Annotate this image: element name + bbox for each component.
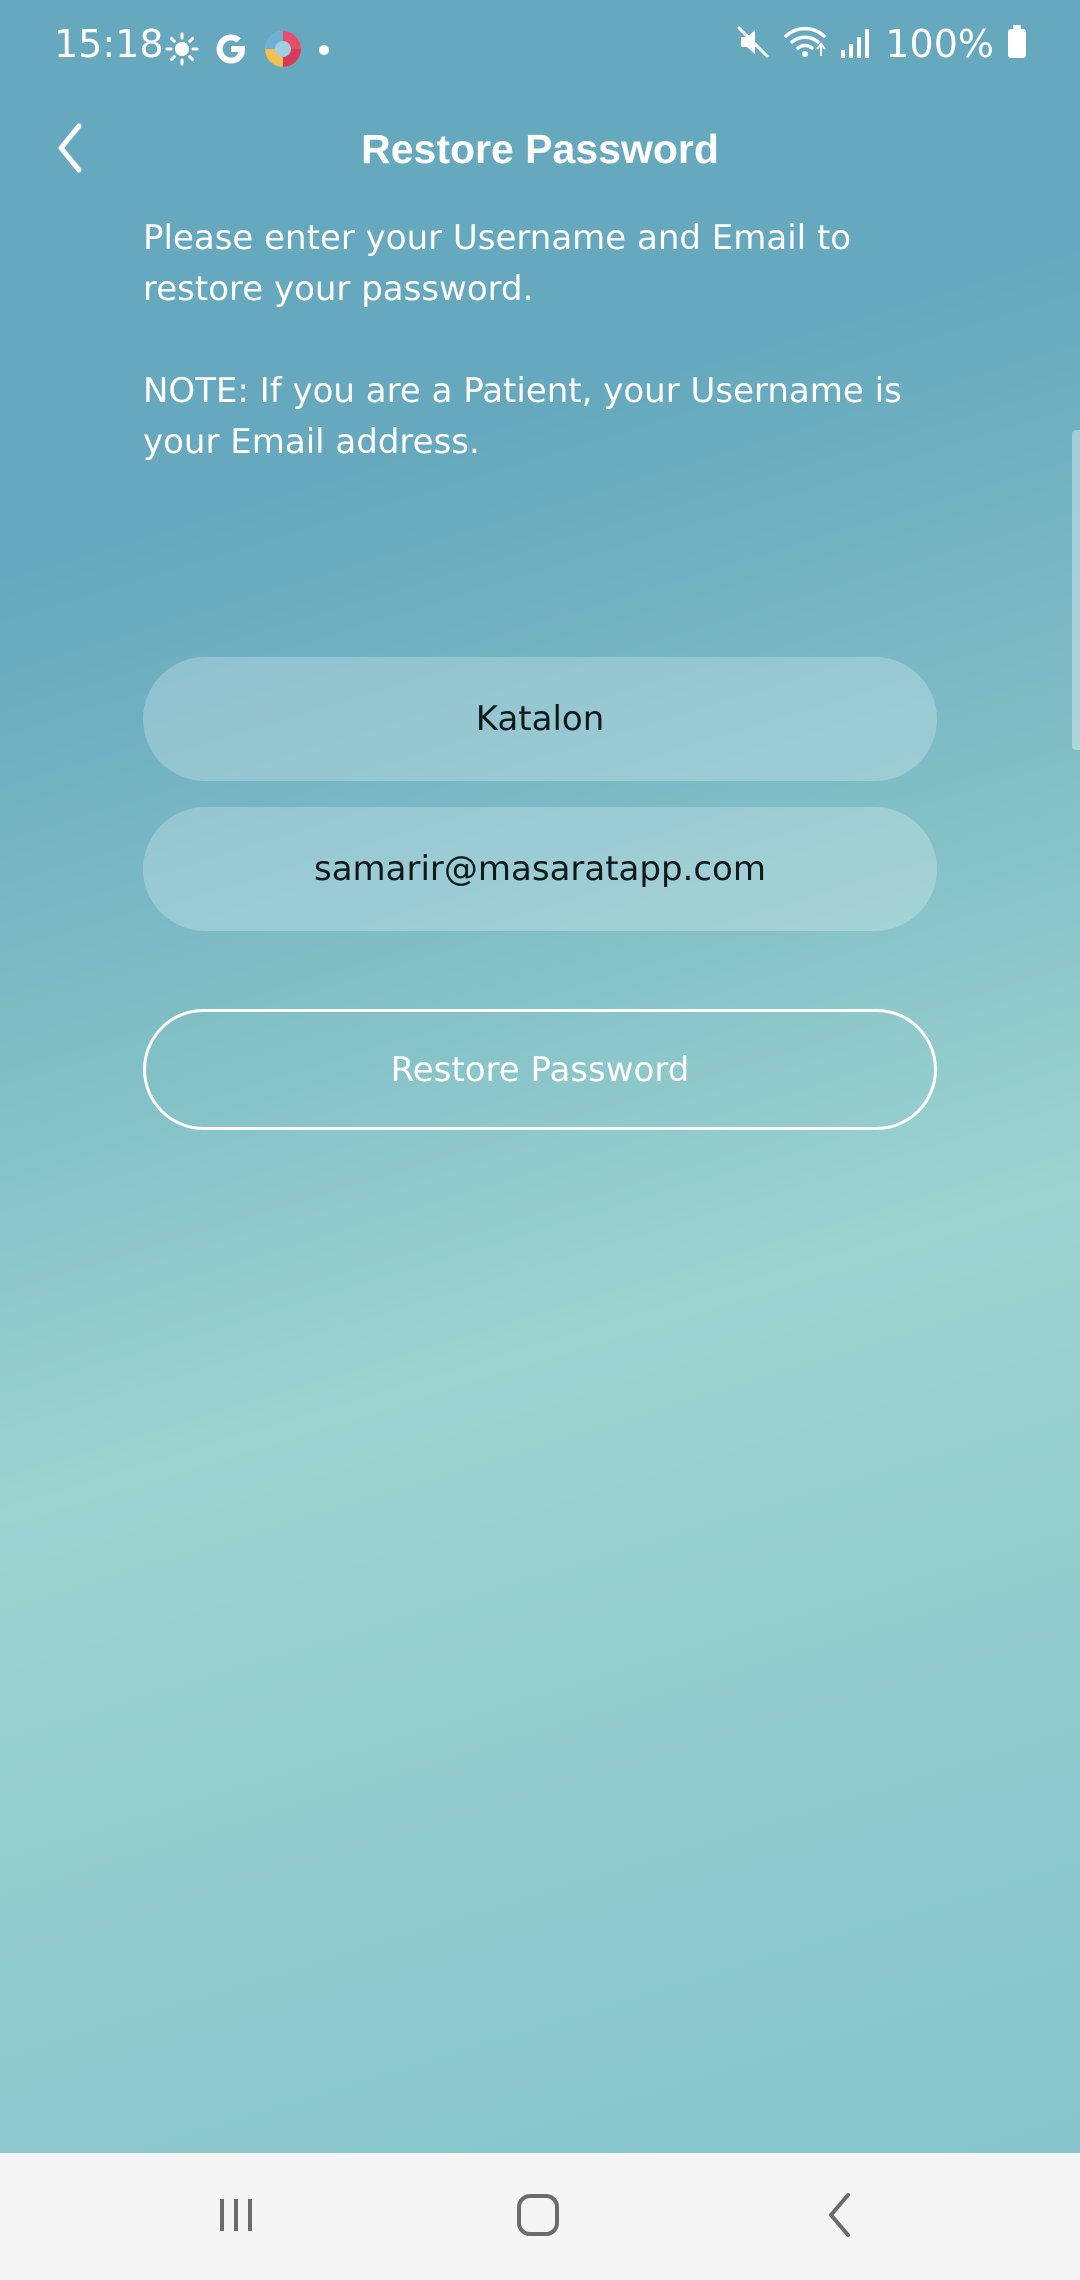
status-time: 15:18 <box>54 22 164 66</box>
note-line: NOTE: If you are a Patient, your Usernam… <box>143 371 902 462</box>
home-button[interactable] <box>458 2153 618 2280</box>
mute-icon <box>735 24 771 64</box>
nav-back-button[interactable] <box>760 2153 920 2280</box>
status-system-icons: 100% <box>735 22 1028 66</box>
status-notification-icons <box>165 30 331 72</box>
scroll-indicator <box>1072 430 1080 750</box>
email-input[interactable] <box>143 849 937 889</box>
battery-percentage: 100% <box>885 22 994 66</box>
page-title: Restore Password <box>361 126 719 172</box>
wifi-icon <box>783 24 827 64</box>
back-icon <box>823 2191 857 2243</box>
home-icon <box>514 2191 562 2243</box>
google-icon <box>213 31 249 71</box>
battery-icon <box>1006 24 1028 64</box>
restore-password-button[interactable]: Restore Password <box>143 1009 937 1130</box>
username-input[interactable] <box>143 699 937 739</box>
recents-icon <box>214 2193 258 2241</box>
signal-icon <box>839 24 873 64</box>
recents-button[interactable] <box>156 2153 316 2280</box>
brightness-icon <box>165 32 199 70</box>
app-notification-icon <box>263 29 303 73</box>
system-nav-bar <box>0 2153 1080 2280</box>
username-field[interactable] <box>143 657 937 781</box>
status-bar: 15:18 100% <box>0 0 1080 100</box>
email-field[interactable] <box>143 807 937 931</box>
app-header: Restore Password <box>0 110 1080 190</box>
instruction-line: Please enter your Username and Email to … <box>143 218 852 309</box>
more-dot-icon <box>317 42 331 61</box>
instructions-text: Please enter your Username and Email to … <box>143 213 963 519</box>
